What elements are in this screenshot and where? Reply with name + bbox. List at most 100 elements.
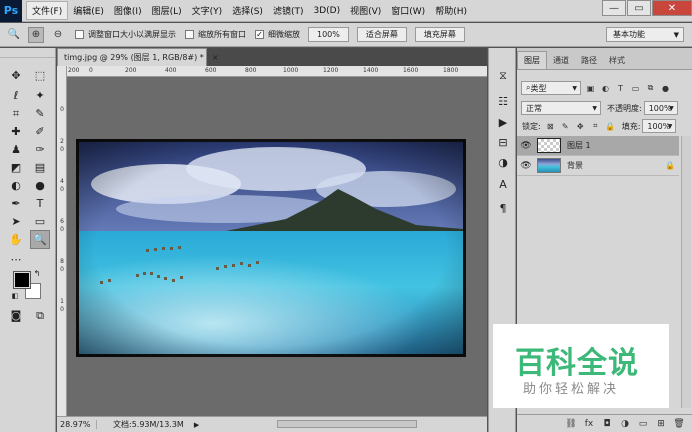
eyedropper-icon[interactable]: ✎: [30, 104, 50, 123]
close-button[interactable]: ✕: [652, 0, 692, 16]
layer-thumbnail: [537, 138, 561, 153]
shape-tool-icon[interactable]: ▭: [30, 212, 50, 231]
foreground-color-swatch[interactable]: [13, 271, 31, 289]
eraser-icon[interactable]: ◩: [6, 158, 26, 177]
menu-window[interactable]: 窗口(W): [386, 2, 430, 19]
quick-mask-icon[interactable]: ◙: [6, 306, 26, 325]
lock-transparency-icon[interactable]: ⊠: [545, 121, 556, 132]
resize-windows-checkbox[interactable]: 调整窗口大小以满屏显示: [75, 29, 176, 40]
lock-artboard-icon[interactable]: ⌗: [590, 121, 601, 132]
properties-icon[interactable]: ⊟: [495, 134, 511, 150]
new-group-icon[interactable]: ▭: [636, 419, 650, 429]
move-tool-icon[interactable]: ✥: [6, 66, 26, 85]
fit-screen-button[interactable]: 适合屏幕: [356, 27, 407, 42]
lock-all-icon[interactable]: 🔒: [605, 121, 616, 132]
character-panel-icon[interactable]: A: [495, 176, 511, 192]
eye-icon[interactable]: 👁: [517, 161, 535, 171]
layer-row[interactable]: 👁 图层 1: [517, 136, 679, 156]
menu-file[interactable]: 文件(F): [26, 1, 69, 20]
adjustment-layer-icon[interactable]: ◑: [618, 419, 632, 429]
eye-icon[interactable]: 👁: [517, 141, 535, 151]
ruler-label: 4: [60, 178, 64, 185]
workspace-select[interactable]: 基本功能 ▼: [606, 27, 684, 42]
fill-screen-button[interactable]: 填充屏幕: [414, 27, 465, 42]
layer-style-icon[interactable]: fx: [582, 419, 596, 429]
swap-colors-icon[interactable]: ↰: [32, 268, 42, 278]
hand-tool-icon[interactable]: ✋: [6, 230, 26, 249]
default-colors-icon[interactable]: ◧: [10, 291, 20, 301]
filter-type-icon[interactable]: T: [615, 83, 626, 94]
healing-brush-icon[interactable]: ✚: [6, 122, 26, 141]
scrubby-zoom-checkbox[interactable]: ✓ 细微缩放: [255, 29, 300, 40]
layers-scrollbar[interactable]: [681, 136, 691, 408]
trash-icon[interactable]: 🗑: [672, 419, 686, 429]
menu-edit[interactable]: 编辑(E): [68, 2, 109, 19]
filter-adjustment-icon[interactable]: ◐: [600, 83, 611, 94]
crop-tool-icon[interactable]: ⌗: [6, 104, 26, 123]
horizontal-scrollbar[interactable]: [277, 420, 417, 428]
zoom-tool-preset-icon[interactable]: 🔍: [6, 27, 22, 43]
ruler-label: 0: [60, 106, 64, 113]
brush-tool-icon[interactable]: ✐: [30, 122, 50, 141]
document-tab[interactable]: timg.jpg @ 29% (图层 1, RGB/8#) * ×: [57, 48, 219, 66]
filter-pixel-icon[interactable]: ▣: [585, 83, 596, 94]
zoom-out-icon[interactable]: ⊖: [50, 27, 66, 43]
menu-layer[interactable]: 图层(L): [147, 2, 187, 19]
menu-help[interactable]: 帮助(H): [430, 2, 472, 19]
opacity-input[interactable]: 100% ▼: [643, 101, 678, 115]
lasso-tool-icon[interactable]: ℓ: [6, 86, 26, 105]
new-layer-icon[interactable]: ⊞: [654, 419, 668, 429]
filter-smart-object-icon[interactable]: ⧉: [645, 83, 656, 94]
actions-play-icon[interactable]: ▶: [495, 114, 511, 130]
link-layers-icon[interactable]: ⛓: [564, 419, 578, 429]
filter-kind-select[interactable]: ⌕ 类型 ▼: [521, 81, 581, 95]
history-brush-icon[interactable]: ✑: [30, 140, 50, 159]
menu-view[interactable]: 视图(V): [345, 2, 386, 19]
dodge-tool-icon[interactable]: ●: [30, 176, 50, 195]
blend-mode-select[interactable]: 正常 ▼: [521, 101, 601, 115]
menu-3d[interactable]: 3D(D): [308, 4, 345, 18]
menu-image[interactable]: 图像(I): [109, 2, 147, 19]
tab-layers[interactable]: 图层: [517, 51, 547, 69]
close-tab-icon[interactable]: ×: [212, 53, 219, 62]
add-mask-icon[interactable]: ◘: [600, 419, 614, 429]
document-image[interactable]: [76, 139, 466, 357]
history-list-icon[interactable]: ☷: [495, 93, 511, 109]
more-tools-icon[interactable]: ⋯: [6, 250, 26, 269]
zoom-level[interactable]: 28.97%: [57, 420, 97, 429]
gradient-icon[interactable]: ▤: [30, 158, 50, 177]
type-tool-icon[interactable]: T: [30, 194, 50, 213]
zoom-100-button[interactable]: 100%: [308, 27, 349, 42]
canvas-area[interactable]: [67, 77, 487, 416]
marquee-tool-icon[interactable]: ⬚: [30, 66, 50, 85]
menu-select[interactable]: 选择(S): [227, 2, 268, 19]
screen-mode-icon[interactable]: ⧉: [30, 306, 50, 325]
fill-input[interactable]: 100% ▼: [642, 119, 677, 133]
menu-filter[interactable]: 滤镜(T): [268, 2, 309, 19]
clone-stamp-icon[interactable]: ♟: [6, 140, 26, 159]
zoom-tool-icon[interactable]: 🔍: [30, 230, 50, 249]
paragraph-panel-icon[interactable]: ¶: [495, 200, 511, 216]
minimize-button[interactable]: —: [602, 0, 626, 16]
filter-shape-icon[interactable]: ▭: [630, 83, 641, 94]
magic-wand-icon[interactable]: ✦: [30, 86, 50, 105]
path-selection-icon[interactable]: ➤: [6, 212, 26, 231]
workspace-value: 基本功能: [613, 30, 645, 39]
lock-pixels-icon[interactable]: ✎: [560, 121, 571, 132]
pen-tool-icon[interactable]: ✒: [6, 194, 26, 213]
adjustments-icon[interactable]: ◑: [495, 154, 511, 170]
restore-button[interactable]: ▭: [627, 0, 651, 16]
menu-type[interactable]: 文字(Y): [187, 2, 228, 19]
lock-position-icon[interactable]: ✥: [575, 121, 586, 132]
tab-paths[interactable]: 路径: [575, 52, 603, 69]
layer-row[interactable]: 👁 背景 🔒: [517, 156, 679, 176]
zoom-all-windows-checkbox[interactable]: 缩放所有窗口: [185, 29, 246, 40]
history-panel-icon[interactable]: ⧖: [495, 68, 511, 84]
blur-tool-icon[interactable]: ◐: [6, 176, 26, 195]
panel-grip[interactable]: [0, 48, 55, 58]
status-menu-arrow-icon[interactable]: ▶: [194, 421, 199, 429]
tab-styles[interactable]: 样式: [603, 52, 631, 69]
zoom-in-icon[interactable]: ⊕: [28, 26, 44, 43]
filter-toggle-icon[interactable]: ●: [660, 83, 671, 94]
tab-channels[interactable]: 通道: [547, 52, 575, 69]
